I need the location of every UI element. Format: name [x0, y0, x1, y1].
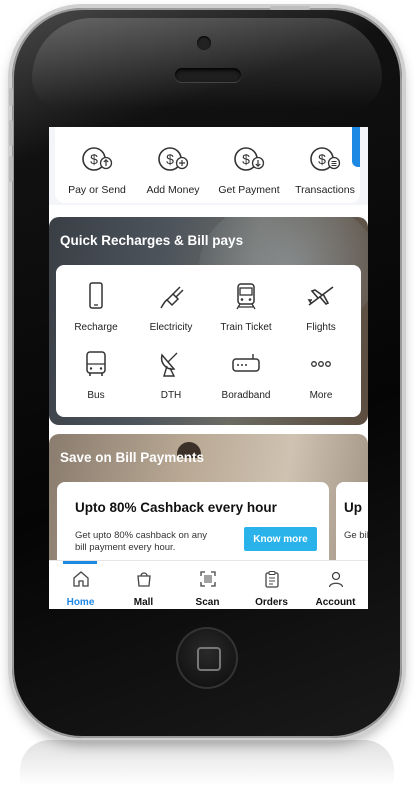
scan-icon [199, 571, 216, 587]
service-label: DTH [160, 390, 182, 401]
service-train-ticket[interactable]: Train Ticket [211, 281, 281, 333]
service-label: Recharge [74, 322, 118, 333]
add-money-button[interactable]: $ Add Money [135, 145, 211, 196]
mute-switch [9, 88, 13, 106]
nav-label: Scan [195, 597, 220, 608]
front-camera [197, 36, 211, 50]
get-payment-button[interactable]: $ Get Payment [211, 145, 287, 196]
service-electricity[interactable]: Electricity [136, 281, 206, 333]
quick-action-label: Transactions [295, 184, 355, 196]
nav-orders[interactable]: Orders [240, 561, 303, 609]
earpiece-speaker [175, 68, 241, 82]
offer-title: Upto 80% Cashback every hour [75, 500, 277, 515]
service-bus[interactable]: Bus [61, 349, 131, 401]
service-label: Electricity [149, 322, 193, 333]
airplane-icon [307, 286, 334, 306]
get-payment-icon: $ [234, 147, 265, 171]
quick-action-label: Add Money [146, 184, 200, 196]
add-money-icon: $ [158, 147, 189, 171]
power-button [270, 6, 310, 10]
svg-text:$: $ [318, 151, 326, 167]
service-label: Boradband [221, 390, 271, 401]
quick-action-label: Pay or Send [68, 184, 126, 196]
more-icon [311, 361, 331, 367]
home-button-square-icon [197, 647, 221, 671]
nav-label: Account [315, 597, 356, 608]
know-more-button[interactable]: Know more [244, 527, 317, 551]
plug-icon [160, 286, 184, 309]
bill-section-title: Save on Bill Payments [60, 450, 205, 465]
service-recharge[interactable]: Recharge [61, 281, 131, 333]
pay-or-send-button[interactable]: $ Pay or Send [59, 145, 135, 196]
bus-icon [86, 351, 106, 376]
nav-label: Mall [133, 597, 154, 608]
svg-text:$: $ [166, 151, 174, 167]
quick-actions-card: $ Pay or Send $ Add Money $ Get Payment … [55, 127, 360, 203]
nav-label: Orders [255, 597, 288, 608]
nav-scan[interactable]: Scan [176, 561, 239, 609]
offer-title: Up [344, 500, 362, 515]
active-tab-indicator [63, 561, 97, 564]
service-label: More [309, 390, 333, 401]
service-label: Flights [306, 322, 336, 333]
router-icon [232, 354, 260, 372]
transactions-button[interactable]: $ Transactions [287, 145, 363, 196]
recharge-section: Quick Recharges & Bill pays Recharge Ele… [49, 217, 368, 425]
service-broadband[interactable]: Boradband [211, 349, 281, 401]
offer-description: Get upto 80% cashback on any bill paymen… [75, 530, 208, 553]
satellite-dish-icon [160, 352, 178, 377]
nav-home[interactable]: Home [49, 561, 112, 609]
nav-label: Home [66, 597, 95, 608]
nav-account[interactable]: Account [304, 561, 367, 609]
app-screen: $ Pay or Send $ Add Money $ Get Payment … [49, 127, 368, 609]
mobile-icon [89, 282, 103, 309]
svg-text:$: $ [90, 151, 98, 167]
volume-down-button [9, 156, 13, 182]
service-label: Train Ticket [220, 322, 272, 333]
nav-mall[interactable]: Mall [112, 561, 175, 609]
volume-up-button [9, 120, 13, 146]
quick-action-label: Get Payment [218, 184, 280, 196]
orders-clipboard-icon [264, 570, 279, 588]
recharge-section-title: Quick Recharges & Bill pays [60, 233, 244, 248]
service-more[interactable]: More [286, 349, 356, 401]
shopping-bag-icon [136, 572, 151, 587]
offer-description: Ge bill [344, 530, 368, 541]
train-icon [236, 283, 256, 310]
pay-send-icon: $ [82, 147, 113, 171]
user-icon [328, 571, 343, 588]
service-label: Bus [87, 390, 105, 401]
bottom-navigation: Home Mall Scan Orders Account [49, 560, 368, 609]
phone-reflection [20, 740, 394, 786]
home-icon [72, 571, 89, 587]
phone-glare [32, 18, 382, 108]
quick-actions-bar: $ Pay or Send $ Add Money $ Get Payment … [49, 127, 368, 205]
services-grid: Recharge Electricity Train Ticket Flight… [56, 265, 361, 417]
service-flights[interactable]: Flights [286, 281, 356, 333]
svg-text:$: $ [242, 151, 250, 167]
transactions-icon: $ [310, 147, 341, 171]
service-dth[interactable]: DTH [136, 349, 206, 401]
